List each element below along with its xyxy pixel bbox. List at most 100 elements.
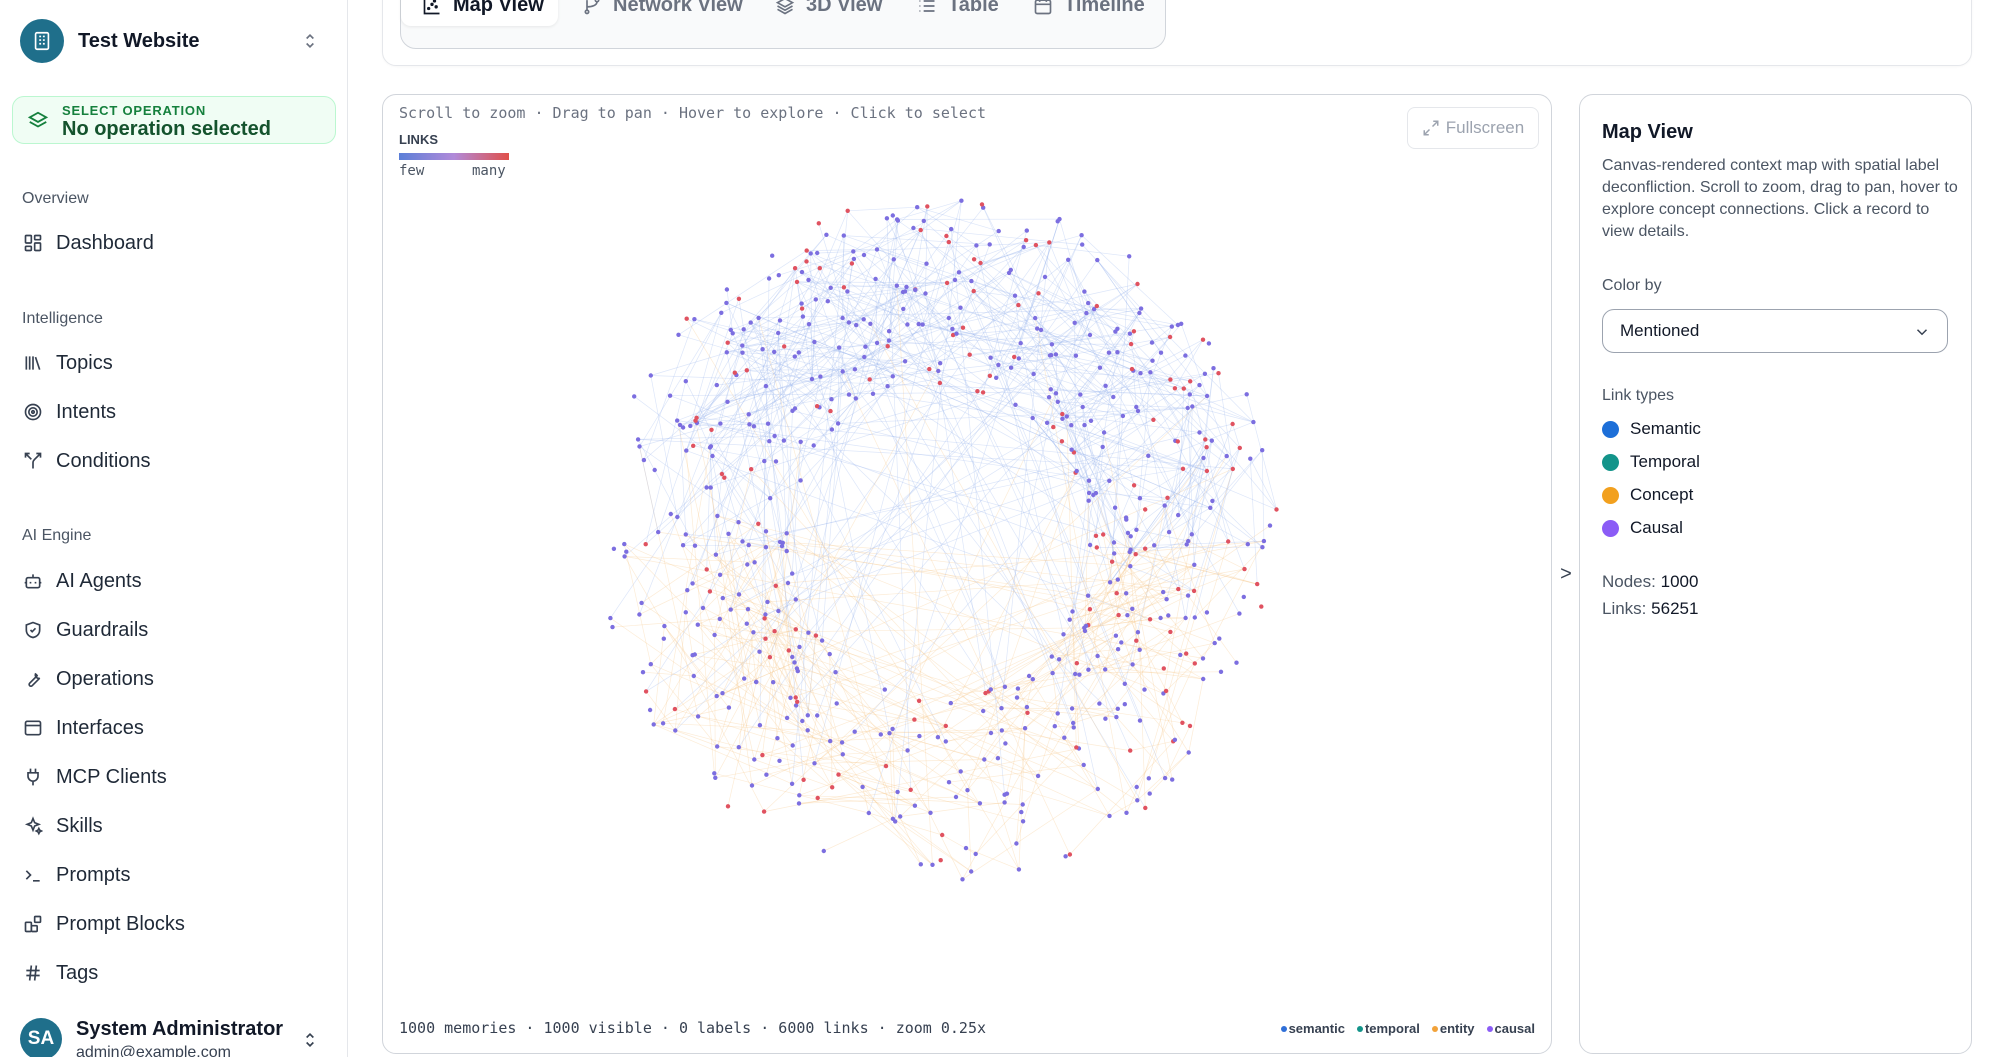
memory-node[interactable]: [1135, 630, 1141, 635]
memory-node[interactable]: [751, 630, 756, 635]
memory-node[interactable]: [915, 205, 920, 210]
memory-node[interactable]: [918, 227, 923, 233]
memory-node[interactable]: [652, 467, 657, 473]
memory-node[interactable]: [1097, 365, 1103, 370]
memory-node[interactable]: [715, 744, 720, 749]
memory-node[interactable]: [813, 633, 819, 638]
memory-node[interactable]: [1147, 617, 1153, 622]
sidebar-item-operations[interactable]: Operations: [12, 659, 332, 699]
memory-node[interactable]: [887, 731, 892, 736]
memory-node[interactable]: [1143, 546, 1148, 551]
memory-node[interactable]: [1115, 350, 1120, 355]
memory-node[interactable]: [714, 693, 719, 699]
memory-node[interactable]: [766, 276, 772, 281]
memory-node[interactable]: [938, 858, 943, 863]
memory-node[interactable]: [728, 327, 733, 333]
memory-node[interactable]: [772, 349, 777, 355]
memory-node[interactable]: [1137, 496, 1143, 501]
memory-node[interactable]: [878, 732, 883, 737]
collapse-panel-toggle[interactable]: >: [1556, 560, 1576, 588]
site-switcher[interactable]: Test Website: [20, 18, 328, 64]
memory-node[interactable]: [890, 374, 895, 379]
memory-node[interactable]: [641, 457, 647, 463]
memory-node[interactable]: [1114, 714, 1119, 720]
memory-node[interactable]: [1184, 651, 1189, 656]
memory-node[interactable]: [784, 715, 790, 721]
memory-node[interactable]: [1234, 660, 1239, 665]
memory-node[interactable]: [815, 713, 820, 718]
memory-node[interactable]: [1079, 233, 1084, 238]
memory-node[interactable]: [1172, 386, 1178, 391]
memory-node[interactable]: [988, 687, 993, 692]
memory-node[interactable]: [882, 687, 887, 692]
memory-node[interactable]: [930, 862, 935, 867]
memory-node[interactable]: [1046, 395, 1052, 400]
memory-node[interactable]: [1161, 589, 1166, 595]
memory-node[interactable]: [908, 787, 913, 792]
memory-node[interactable]: [1146, 776, 1151, 781]
memory-node[interactable]: [793, 627, 798, 632]
memory-node[interactable]: [1053, 391, 1059, 396]
memory-node[interactable]: [1053, 352, 1059, 357]
memory-node[interactable]: [1127, 549, 1132, 555]
memory-node[interactable]: [1149, 340, 1155, 345]
memory-node[interactable]: [841, 285, 847, 290]
memory-node[interactable]: [1178, 652, 1183, 658]
memory-node[interactable]: [804, 248, 809, 253]
memory-node[interactable]: [1163, 688, 1169, 694]
memory-node[interactable]: [894, 283, 899, 288]
memory-node[interactable]: [958, 305, 963, 310]
memory-node[interactable]: [1200, 656, 1206, 661]
memory-node[interactable]: [761, 809, 767, 814]
memory-node[interactable]: [1115, 647, 1121, 652]
memory-node[interactable]: [772, 433, 777, 439]
memory-node[interactable]: [1186, 750, 1191, 755]
memory-node[interactable]: [801, 777, 806, 782]
memory-node[interactable]: [1183, 353, 1188, 358]
memory-node[interactable]: [1002, 684, 1008, 689]
memory-node[interactable]: [1082, 289, 1087, 294]
memory-node[interactable]: [1158, 615, 1163, 621]
memory-node[interactable]: [959, 198, 964, 203]
memory-node[interactable]: [979, 202, 985, 207]
memory-node[interactable]: [1192, 562, 1197, 567]
memory-node[interactable]: [763, 545, 769, 550]
memory-node[interactable]: [981, 708, 986, 714]
memory-node[interactable]: [974, 243, 979, 248]
memory-node[interactable]: [1107, 813, 1112, 819]
memory-node[interactable]: [622, 554, 627, 559]
memory-node[interactable]: [1055, 711, 1060, 716]
memory-node[interactable]: [895, 789, 900, 795]
memory-node[interactable]: [917, 733, 922, 739]
memory-node[interactable]: [790, 654, 795, 660]
memory-node[interactable]: [969, 278, 974, 284]
memory-node[interactable]: [720, 595, 725, 601]
fullscreen-button[interactable]: Fullscreen: [1407, 107, 1539, 149]
memory-node[interactable]: [988, 730, 994, 736]
memory-node[interactable]: [874, 247, 880, 252]
sidebar-item-dashboard[interactable]: Dashboard: [12, 223, 332, 263]
memory-node[interactable]: [786, 648, 791, 653]
memory-node[interactable]: [1087, 542, 1093, 548]
memory-node[interactable]: [1175, 439, 1180, 444]
memory-node[interactable]: [1134, 638, 1139, 643]
memory-node[interactable]: [890, 213, 895, 218]
memory-node[interactable]: [1060, 411, 1065, 417]
memory-node[interactable]: [1125, 613, 1130, 618]
memory-node[interactable]: [756, 521, 761, 526]
memory-node[interactable]: [912, 717, 917, 722]
memory-node[interactable]: [918, 862, 923, 867]
sidebar-item-mcp-clients[interactable]: MCP Clients: [12, 757, 332, 797]
memory-node[interactable]: [1035, 773, 1041, 779]
memory-node[interactable]: [742, 676, 747, 681]
memory-node[interactable]: [668, 511, 673, 517]
memory-node[interactable]: [1150, 358, 1155, 363]
memory-node[interactable]: [692, 543, 698, 548]
memory-node[interactable]: [806, 630, 811, 635]
memory-node[interactable]: [1158, 350, 1164, 355]
memory-node[interactable]: [648, 373, 653, 378]
memory-node[interactable]: [1127, 331, 1133, 336]
memory-node[interactable]: [1248, 456, 1253, 461]
memory-node[interactable]: [1071, 725, 1076, 730]
memory-node[interactable]: [1061, 632, 1066, 637]
